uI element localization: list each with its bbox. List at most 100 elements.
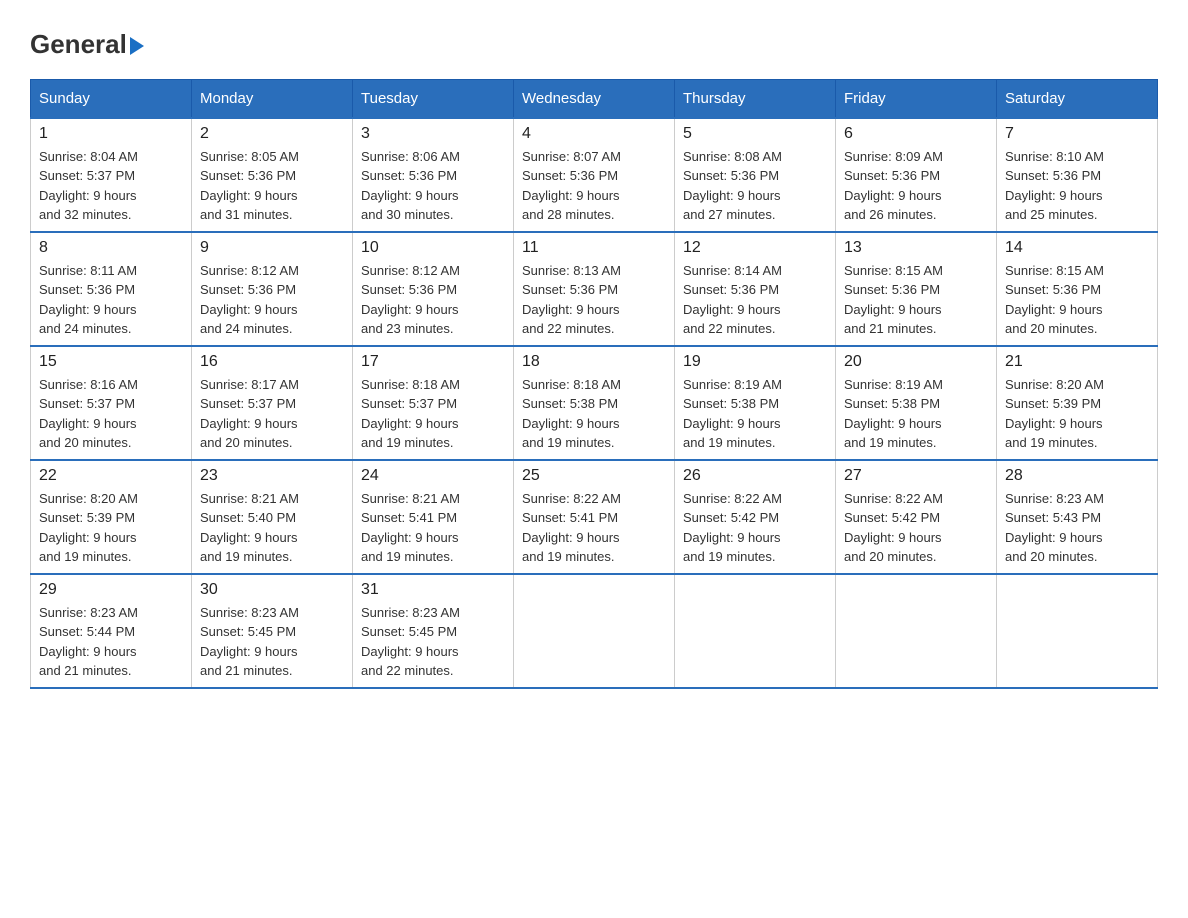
calendar-day-cell: 28 Sunrise: 8:23 AMSunset: 5:43 PMDayligh…: [997, 460, 1158, 574]
weekday-header: Wednesday: [514, 79, 675, 118]
weekday-header: Friday: [836, 79, 997, 118]
calendar-week-row: 22 Sunrise: 8:20 AMSunset: 5:39 PMDayligh…: [31, 460, 1158, 574]
day-info: Sunrise: 8:19 AMSunset: 5:38 PMDaylight:…: [683, 375, 827, 453]
day-info: Sunrise: 8:10 AMSunset: 5:36 PMDaylight:…: [1005, 147, 1149, 225]
day-info: Sunrise: 8:12 AMSunset: 5:36 PMDaylight:…: [361, 261, 505, 339]
calendar-day-cell: 24Sunrise: 8:21 AMSunset: 5:41 PMDayligh…: [353, 460, 514, 574]
day-info: Sunrise: 8:14 AMSunset: 5:36 PMDaylight:…: [683, 261, 827, 339]
calendar-day-cell: 12 Sunrise: 8:14 AMSunset: 5:36 PMDayligh…: [675, 232, 836, 346]
calendar-day-cell: 10 Sunrise: 8:12 AMSunset: 5:36 PMDayligh…: [353, 232, 514, 346]
day-number: 8: [39, 239, 183, 257]
calendar-day-cell: 4Sunrise: 8:07 AMSunset: 5:36 PMDaylight…: [514, 118, 675, 232]
day-number: 2: [200, 125, 344, 143]
day-info: Sunrise: 8:17 AMSunset: 5:37 PMDaylight:…: [200, 375, 344, 453]
calendar-day-cell: 21 Sunrise: 8:20 AMSunset: 5:39 PMDayligh…: [997, 346, 1158, 460]
calendar-week-row: 15 Sunrise: 8:16 AMSunset: 5:37 PMDayligh…: [31, 346, 1158, 460]
calendar-day-cell: 31Sunrise: 8:23 AMSunset: 5:45 PMDayligh…: [353, 574, 514, 688]
day-info: Sunrise: 8:18 AMSunset: 5:37 PMDaylight:…: [361, 375, 505, 453]
logo: General: [30, 30, 144, 59]
day-info: Sunrise: 8:23 AMSunset: 5:43 PMDaylight:…: [1005, 489, 1149, 567]
calendar-day-cell: 30 Sunrise: 8:23 AMSunset: 5:45 PMDayligh…: [192, 574, 353, 688]
calendar-table: SundayMondayTuesdayWednesdayThursdayFrid…: [30, 79, 1158, 689]
calendar-day-cell: 13 Sunrise: 8:15 AMSunset: 5:36 PMDayligh…: [836, 232, 997, 346]
day-info: Sunrise: 8:09 AMSunset: 5:36 PMDaylight:…: [844, 147, 988, 225]
calendar-day-cell: 17 Sunrise: 8:18 AMSunset: 5:37 PMDayligh…: [353, 346, 514, 460]
day-number: 30: [200, 581, 344, 599]
day-number: 26: [683, 467, 827, 485]
day-number: 23: [200, 467, 344, 485]
day-info: Sunrise: 8:22 AMSunset: 5:41 PMDaylight:…: [522, 489, 666, 567]
day-info: Sunrise: 8:20 AMSunset: 5:39 PMDaylight:…: [39, 489, 183, 567]
day-number: 10: [361, 239, 505, 257]
day-info: Sunrise: 8:04 AMSunset: 5:37 PMDaylight:…: [39, 147, 183, 225]
calendar-week-row: 1 Sunrise: 8:04 AMSunset: 5:37 PMDaylight…: [31, 118, 1158, 232]
calendar-day-cell: 9 Sunrise: 8:12 AMSunset: 5:36 PMDaylight…: [192, 232, 353, 346]
day-info: Sunrise: 8:19 AMSunset: 5:38 PMDaylight:…: [844, 375, 988, 453]
weekday-header: Sunday: [31, 79, 192, 118]
day-info: Sunrise: 8:15 AMSunset: 5:36 PMDaylight:…: [1005, 261, 1149, 339]
calendar-day-cell: 2Sunrise: 8:05 AMSunset: 5:36 PMDaylight…: [192, 118, 353, 232]
day-number: 25: [522, 467, 666, 485]
calendar-day-cell: 6 Sunrise: 8:09 AMSunset: 5:36 PMDaylight…: [836, 118, 997, 232]
day-info: Sunrise: 8:21 AMSunset: 5:40 PMDaylight:…: [200, 489, 344, 567]
day-info: Sunrise: 8:15 AMSunset: 5:36 PMDaylight:…: [844, 261, 988, 339]
calendar-day-cell: 3Sunrise: 8:06 AMSunset: 5:36 PMDaylight…: [353, 118, 514, 232]
calendar-day-cell: 7 Sunrise: 8:10 AMSunset: 5:36 PMDaylight…: [997, 118, 1158, 232]
day-info: Sunrise: 8:23 AMSunset: 5:44 PMDaylight:…: [39, 603, 183, 681]
weekday-header-row: SundayMondayTuesdayWednesdayThursdayFrid…: [31, 79, 1158, 118]
day-info: Sunrise: 8:23 AMSunset: 5:45 PMDaylight:…: [361, 603, 505, 681]
day-info: Sunrise: 8:23 AMSunset: 5:45 PMDaylight:…: [200, 603, 344, 681]
day-number: 15: [39, 353, 183, 371]
day-number: 21: [1005, 353, 1149, 371]
calendar-day-cell: 14 Sunrise: 8:15 AMSunset: 5:36 PMDayligh…: [997, 232, 1158, 346]
day-number: 1: [39, 125, 183, 143]
day-number: 18: [522, 353, 666, 371]
day-info: Sunrise: 8:06 AMSunset: 5:36 PMDaylight:…: [361, 147, 505, 225]
calendar-day-cell: 16 Sunrise: 8:17 AMSunset: 5:37 PMDayligh…: [192, 346, 353, 460]
logo-arrow-icon: [130, 37, 144, 55]
calendar-day-cell: 25 Sunrise: 8:22 AMSunset: 5:41 PMDayligh…: [514, 460, 675, 574]
day-number: 5: [683, 125, 827, 143]
calendar-day-cell: 15 Sunrise: 8:16 AMSunset: 5:37 PMDayligh…: [31, 346, 192, 460]
weekday-header: Thursday: [675, 79, 836, 118]
day-number: 29: [39, 581, 183, 599]
calendar-day-cell: 26Sunrise: 8:22 AMSunset: 5:42 PMDayligh…: [675, 460, 836, 574]
day-number: 7: [1005, 125, 1149, 143]
calendar-day-cell: 20 Sunrise: 8:19 AMSunset: 5:38 PMDayligh…: [836, 346, 997, 460]
weekday-header: Tuesday: [353, 79, 514, 118]
day-info: Sunrise: 8:13 AMSunset: 5:36 PMDaylight:…: [522, 261, 666, 339]
calendar-day-cell: 5 Sunrise: 8:08 AMSunset: 5:36 PMDaylight…: [675, 118, 836, 232]
day-number: 6: [844, 125, 988, 143]
day-info: Sunrise: 8:20 AMSunset: 5:39 PMDaylight:…: [1005, 375, 1149, 453]
day-info: Sunrise: 8:11 AMSunset: 5:36 PMDaylight:…: [39, 261, 183, 339]
calendar-day-cell: 23 Sunrise: 8:21 AMSunset: 5:40 PMDayligh…: [192, 460, 353, 574]
day-number: 20: [844, 353, 988, 371]
logo-line1: General: [30, 30, 144, 59]
day-info: Sunrise: 8:18 AMSunset: 5:38 PMDaylight:…: [522, 375, 666, 453]
calendar-day-cell: 29 Sunrise: 8:23 AMSunset: 5:44 PMDayligh…: [31, 574, 192, 688]
day-number: 17: [361, 353, 505, 371]
calendar-day-cell: 27 Sunrise: 8:22 AMSunset: 5:42 PMDayligh…: [836, 460, 997, 574]
day-number: 9: [200, 239, 344, 257]
calendar-day-cell: [514, 574, 675, 688]
day-number: 28: [1005, 467, 1149, 485]
day-number: 12: [683, 239, 827, 257]
day-number: 16: [200, 353, 344, 371]
calendar-week-row: 29 Sunrise: 8:23 AMSunset: 5:44 PMDayligh…: [31, 574, 1158, 688]
calendar-day-cell: 22 Sunrise: 8:20 AMSunset: 5:39 PMDayligh…: [31, 460, 192, 574]
weekday-header: Monday: [192, 79, 353, 118]
day-info: Sunrise: 8:07 AMSunset: 5:36 PMDaylight:…: [522, 147, 666, 225]
day-number: 27: [844, 467, 988, 485]
calendar-day-cell: [997, 574, 1158, 688]
day-number: 14: [1005, 239, 1149, 257]
calendar-day-cell: 11Sunrise: 8:13 AMSunset: 5:36 PMDayligh…: [514, 232, 675, 346]
day-number: 13: [844, 239, 988, 257]
day-info: Sunrise: 8:22 AMSunset: 5:42 PMDaylight:…: [844, 489, 988, 567]
weekday-header: Saturday: [997, 79, 1158, 118]
day-number: 22: [39, 467, 183, 485]
calendar-day-cell: 1 Sunrise: 8:04 AMSunset: 5:37 PMDaylight…: [31, 118, 192, 232]
calendar-day-cell: 8 Sunrise: 8:11 AMSunset: 5:36 PMDaylight…: [31, 232, 192, 346]
day-info: Sunrise: 8:12 AMSunset: 5:36 PMDaylight:…: [200, 261, 344, 339]
day-info: Sunrise: 8:08 AMSunset: 5:36 PMDaylight:…: [683, 147, 827, 225]
day-info: Sunrise: 8:16 AMSunset: 5:37 PMDaylight:…: [39, 375, 183, 453]
